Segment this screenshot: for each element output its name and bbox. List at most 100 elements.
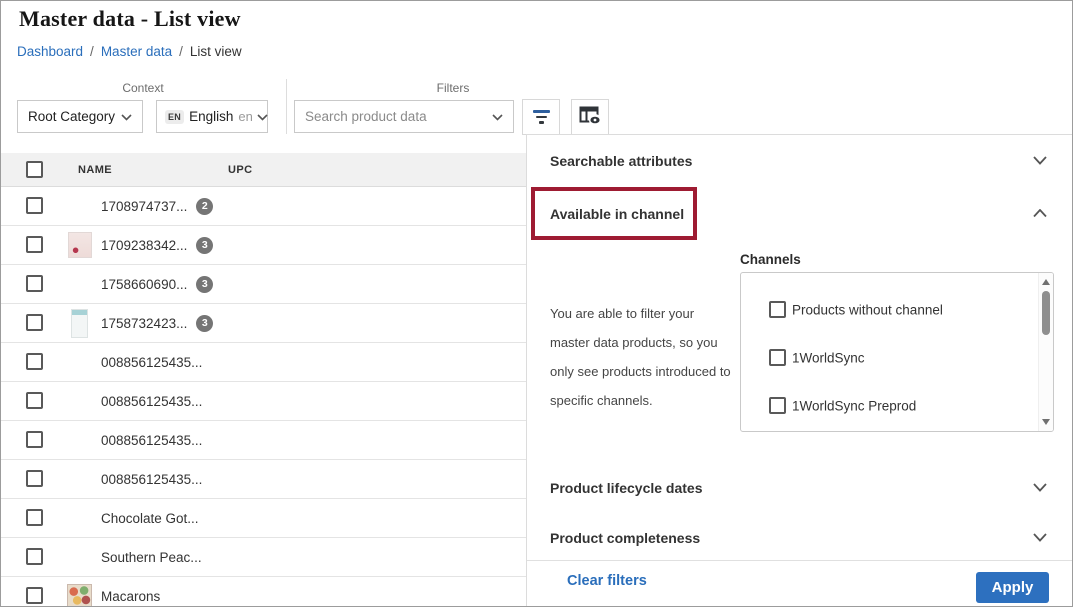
product-name: 008856125435... [101, 472, 202, 487]
table-row[interactable]: 008856125435... [1, 382, 526, 421]
scrollbar-thumb[interactable] [1042, 291, 1050, 335]
channel-label: 1WorldSync [792, 351, 865, 366]
section-label: Product completeness [550, 530, 700, 546]
chevron-down-icon [121, 109, 132, 124]
section-label: Product lifecycle dates [550, 480, 703, 496]
filter-toggle-button[interactable] [522, 99, 560, 135]
scroll-up-arrow-icon[interactable] [1042, 279, 1050, 285]
language-name: English [189, 109, 233, 124]
channel-option-products-without-channel[interactable]: Products without channel [741, 296, 1037, 324]
section-product-completeness[interactable]: Product completeness [527, 522, 1072, 554]
section-available-in-channel[interactable]: Available in channel [527, 198, 1072, 230]
channels-listbox: Products without channel 1WorldSync 1Wor… [740, 272, 1054, 432]
section-product-lifecycle-dates[interactable]: Product lifecycle dates [527, 472, 1072, 504]
table-row[interactable]: 008856125435... [1, 460, 526, 499]
filters-group-label: Filters [294, 81, 612, 95]
column-header-name: NAME [78, 153, 112, 187]
channels-label: Channels [740, 252, 801, 267]
product-name: Chocolate Got... [101, 511, 199, 526]
apply-button[interactable]: Apply [976, 572, 1049, 603]
breadcrumb-list-view: List view [190, 44, 242, 59]
table-row[interactable]: 008856125435... [1, 343, 526, 382]
category-dropdown-value: Root Category [28, 109, 121, 124]
variant-count-badge: 3 [196, 315, 213, 332]
table-row[interactable]: Chocolate Got... [1, 499, 526, 538]
chevron-down-icon [1033, 529, 1047, 547]
language-dropdown[interactable]: EN English en [156, 100, 268, 133]
row-checkbox[interactable] [26, 236, 43, 253]
row-checkbox[interactable] [26, 275, 43, 292]
row-checkbox[interactable] [26, 548, 43, 565]
category-dropdown[interactable]: Root Category [17, 100, 143, 133]
table-row[interactable]: 1708974737... 2 [1, 187, 526, 226]
column-header-upc: UPC [228, 153, 252, 187]
product-thumbnail [71, 309, 88, 338]
search-product-data-combobox[interactable]: Search product data [294, 100, 514, 133]
column-visibility-icon [579, 106, 602, 129]
chevron-down-icon [257, 109, 268, 124]
product-name: Macarons [101, 589, 160, 604]
filter-panel: Searchable attributes Available in chann… [526, 134, 1072, 606]
variant-count-badge: 3 [196, 237, 213, 254]
master-data-list-view-page: Master data - List view Dashboard / Mast… [0, 0, 1073, 607]
channel-checkbox[interactable] [769, 301, 786, 318]
product-name: 1758660690... [101, 277, 187, 292]
row-checkbox[interactable] [26, 197, 43, 214]
section-searchable-attributes[interactable]: Searchable attributes [527, 145, 1072, 177]
breadcrumb-master-data[interactable]: Master data [101, 44, 172, 59]
breadcrumb-separator: / [90, 44, 94, 59]
language-code: en [238, 109, 252, 124]
search-placeholder: Search product data [305, 109, 492, 124]
breadcrumb-separator: / [179, 44, 183, 59]
table-row[interactable]: 1709238342... 3 [1, 226, 526, 265]
breadcrumb-dashboard[interactable]: Dashboard [17, 44, 83, 59]
row-checkbox[interactable] [26, 509, 43, 526]
product-name: 1708974737... [101, 199, 187, 214]
product-thumbnail [68, 232, 92, 258]
product-name: 1709238342... [101, 238, 187, 253]
row-checkbox[interactable] [26, 470, 43, 487]
channel-checkbox[interactable] [769, 349, 786, 366]
chevron-down-icon [1033, 479, 1047, 497]
row-checkbox[interactable] [26, 587, 43, 604]
table-row[interactable]: Southern Peac... [1, 538, 526, 577]
row-checkbox[interactable] [26, 431, 43, 448]
breadcrumb: Dashboard / Master data / List view [17, 44, 242, 59]
scroll-down-arrow-icon[interactable] [1042, 419, 1050, 425]
channel-option-1worldsync-preprod[interactable]: 1WorldSync Preprod [741, 392, 1037, 420]
context-group-label: Context [17, 81, 269, 95]
row-checkbox[interactable] [26, 353, 43, 370]
chevron-down-icon [1033, 152, 1047, 170]
product-name: 008856125435... [101, 355, 202, 370]
table-header-row: NAME UPC [1, 153, 526, 187]
product-name: 008856125435... [101, 433, 202, 448]
clear-filters-link[interactable]: Clear filters [567, 573, 647, 589]
row-checkbox[interactable] [26, 314, 43, 331]
row-checkbox[interactable] [26, 392, 43, 409]
channel-checkbox[interactable] [769, 397, 786, 414]
product-name: 008856125435... [101, 394, 202, 409]
page-title: Master data - List view [19, 6, 241, 32]
toolbar-divider [286, 79, 287, 134]
chevron-down-icon [492, 109, 503, 124]
column-visibility-button[interactable] [571, 99, 609, 135]
channel-option-1worldsync[interactable]: 1WorldSync [741, 344, 1037, 372]
select-all-checkbox[interactable] [26, 161, 43, 178]
language-badge: EN [165, 110, 184, 124]
table-row[interactable]: 1758660690... 3 [1, 265, 526, 304]
section-label: Searchable attributes [550, 153, 692, 169]
channel-filter-description: You are able to filter your master data … [550, 299, 734, 415]
variant-count-badge: 3 [196, 276, 213, 293]
section-label: Available in channel [550, 206, 684, 222]
product-table: NAME UPC 1708974737... 2 1709238342... 3 1… [1, 153, 526, 606]
channel-label: 1WorldSync Preprod [792, 399, 916, 414]
chevron-up-icon [1033, 205, 1047, 223]
variant-count-badge: 2 [196, 198, 213, 215]
footer-divider [527, 560, 1072, 561]
product-thumbnail [67, 584, 92, 606]
table-row[interactable]: 1758732423...3 [1, 304, 526, 343]
channels-scrollbar[interactable] [1038, 273, 1053, 431]
filter-lines-icon [533, 110, 550, 124]
table-row[interactable]: 008856125435... [1, 421, 526, 460]
table-row[interactable]: Macarons [1, 577, 526, 606]
